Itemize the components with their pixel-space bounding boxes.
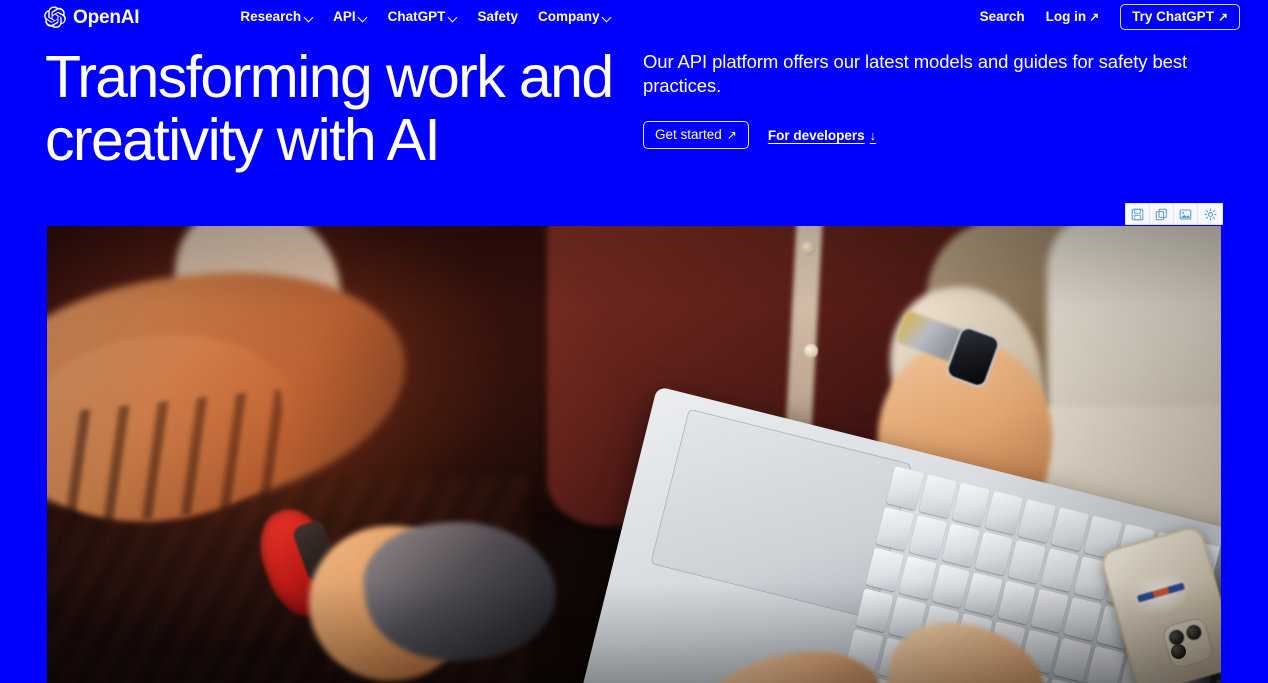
hero-actions: Get started ↗ For developers ↓ bbox=[643, 120, 1223, 150]
hero-right-column: Our API platform offers our latest model… bbox=[643, 50, 1223, 150]
openai-logo-icon bbox=[44, 6, 66, 28]
image-icon[interactable] bbox=[1174, 204, 1198, 224]
search-button[interactable]: Search bbox=[980, 10, 1025, 24]
arrow-up-right-icon: ↗ bbox=[1089, 10, 1100, 24]
login-link[interactable]: Log in ↗ bbox=[1046, 10, 1100, 24]
nav-item-safety[interactable]: Safety bbox=[477, 10, 518, 24]
image-toolbar bbox=[1125, 203, 1223, 225]
nav-item-company[interactable]: Company bbox=[538, 10, 612, 24]
hero-section: Transforming work and creativity with AI… bbox=[0, 34, 1268, 226]
nav-secondary-links: Search Log in ↗ Try ChatGPT ↗ bbox=[980, 3, 1240, 31]
for-developers-link[interactable]: For developers ↓ bbox=[768, 128, 876, 143]
settings-gear-icon[interactable] bbox=[1198, 204, 1222, 224]
get-started-button[interactable]: Get started ↗ bbox=[643, 120, 749, 150]
hero-image-canvas bbox=[47, 226, 1221, 683]
page-title: Transforming work and creativity with AI bbox=[45, 44, 614, 174]
nav-primary-links: Research API ChatGPT Safety Company bbox=[240, 10, 611, 24]
for-developers-label: For developers bbox=[767, 127, 865, 143]
arrow-up-right-icon: ↗ bbox=[1217, 9, 1228, 24]
nav-item-company-label: Company bbox=[537, 9, 600, 25]
chevron-down-icon bbox=[359, 14, 368, 23]
nav-item-chatgpt[interactable]: ChatGPT bbox=[388, 10, 458, 24]
try-chatgpt-label: Try ChatGPT bbox=[1132, 8, 1214, 24]
nav-item-chatgpt-label: ChatGPT bbox=[387, 9, 446, 25]
copy-icon[interactable] bbox=[1150, 204, 1174, 224]
brand-name: OpenAI bbox=[73, 6, 140, 28]
chevron-down-icon bbox=[304, 14, 313, 23]
nav-item-api-label: API bbox=[333, 9, 356, 25]
page-root: OpenAI Research API ChatGPT Safety Compa… bbox=[0, 0, 1268, 683]
login-label: Log in bbox=[1045, 9, 1087, 25]
hero-subtitle: Our API platform offers our latest model… bbox=[643, 51, 1188, 97]
save-icon[interactable] bbox=[1126, 204, 1150, 224]
arrow-down-icon: ↓ bbox=[869, 127, 877, 143]
nav-item-api[interactable]: API bbox=[333, 10, 368, 24]
chevron-down-icon bbox=[602, 14, 611, 23]
search-label: Search bbox=[979, 9, 1025, 25]
brand-logo-link[interactable]: OpenAI bbox=[44, 6, 140, 28]
nav-item-research[interactable]: Research bbox=[240, 10, 313, 24]
get-started-label: Get started bbox=[655, 126, 722, 142]
hero-image bbox=[47, 226, 1221, 683]
nav-item-safety-label: Safety bbox=[477, 9, 518, 25]
try-chatgpt-button[interactable]: Try ChatGPT ↗ bbox=[1120, 3, 1240, 31]
chevron-down-icon bbox=[448, 14, 457, 23]
nav-item-research-label: Research bbox=[240, 9, 302, 25]
arrow-up-right-icon: ↗ bbox=[726, 127, 737, 142]
main-navigation: OpenAI Research API ChatGPT Safety Compa… bbox=[0, 0, 1268, 34]
